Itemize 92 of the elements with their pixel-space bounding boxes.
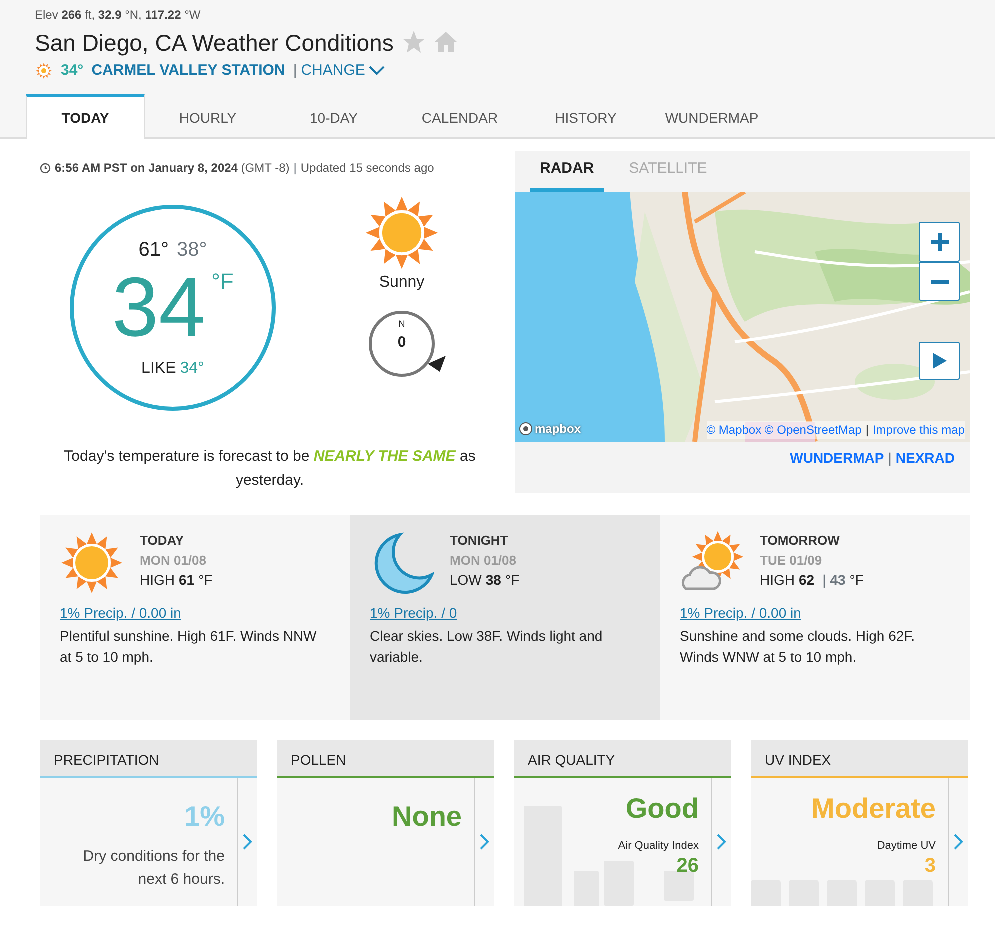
- temperature-unit: °F: [198, 571, 213, 590]
- change-button[interactable]: CHANGE: [301, 60, 386, 82]
- temperature-value: 62: [799, 571, 815, 590]
- nav-tab[interactable]: HISTORY: [523, 94, 649, 140]
- period-title: TONIGHT: [450, 532, 510, 550]
- plus-icon: [930, 232, 950, 252]
- temperature-label: LOW: [450, 571, 482, 590]
- period-title: TOMORROW: [760, 532, 841, 550]
- chevron-down-icon: [369, 66, 386, 76]
- updated-text: Updated 15 seconds ago: [300, 160, 434, 178]
- period-date: MON 01/08: [140, 552, 208, 570]
- nav-tab[interactable]: CALENDAR: [397, 94, 523, 140]
- temperature-unit: °F: [850, 571, 864, 590]
- index-value: 26: [676, 854, 699, 877]
- info-card[interactable]: UV INDEX Moderate Daytime UV 3: [751, 740, 968, 906]
- page-title: San Diego, CA Weather Conditions: [35, 30, 394, 58]
- observation-time: 6:56 AM PST on January 8, 2024 (GMT -8): [55, 160, 290, 178]
- chevron-right-icon: [480, 834, 489, 850]
- forecast-panel[interactable]: TONIGHT MON 01/08 LOW 38 °F 1% Precip. / 0 Clear skies. Low 38F. Winds light and variable.: [350, 515, 660, 720]
- nav-tab[interactable]: HOURLY: [145, 94, 271, 140]
- info-card[interactable]: POLLEN None: [277, 740, 494, 906]
- temperature-label: HIGH: [140, 571, 175, 590]
- index-value: 3: [924, 854, 936, 877]
- temperature-value: 34: [112, 265, 206, 350]
- low-temperature: 43: [830, 571, 846, 590]
- feels-like-value: 34°: [180, 359, 204, 380]
- forecast-panel[interactable]: TOMORROW TUE 01/09 HIGH 62 | 43 °F 1% Precip. / 0.00 in Sunshine and some clouds. High 62F. Winds WNW at 5 to 10 mph.: [660, 515, 970, 720]
- card-value: None: [392, 800, 462, 834]
- play-icon: [932, 353, 946, 370]
- high-temperature: 61°: [138, 238, 169, 264]
- period-date: TUE 01/09: [760, 552, 824, 570]
- clock-icon: [40, 162, 51, 174]
- condition-text: Sunny: [379, 273, 425, 294]
- wind-direction: N: [398, 318, 406, 332]
- info-card[interactable]: AIR QUALITY Good Air Quality Index 26: [514, 740, 731, 906]
- star-icon: [402, 30, 426, 54]
- index-label: Air Quality Index: [618, 839, 699, 854]
- forecast-description: Sunshine and some clouds. High 62F. Winds WNW at 5 to 10 mph.: [680, 627, 916, 668]
- nav-tab[interactable]: TODAY: [26, 94, 145, 140]
- precipitation-link[interactable]: 1% Precip. / 0.00 in: [60, 603, 182, 624]
- period-title: TODAY: [140, 532, 186, 550]
- separator: |: [293, 60, 298, 81]
- sun-icon: [364, 195, 440, 272]
- info-card[interactable]: PRECIPITATION 1% Dry conditions for the next 6 hours.: [40, 740, 257, 906]
- sun-icon: [35, 62, 53, 80]
- chevron-right-icon: [717, 834, 726, 850]
- card-header: POLLEN: [277, 740, 494, 778]
- station-name: CARMEL VALLEY STATION: [92, 60, 286, 81]
- wind-arrow-icon: [428, 356, 446, 372]
- temperature-label: HIGH: [760, 571, 795, 590]
- map-attribution-link[interactable]: © Mapbox © OpenStreetMap: [706, 421, 862, 440]
- nav-tab[interactable]: WUNDERMAP: [649, 94, 775, 140]
- forecast-panel[interactable]: TODAY MON 01/08 HIGH 61 °F 1% Precip. / 0.00 in Plentiful sunshine. High 61F. Winds NNW at 5 to 10 mph.: [40, 515, 350, 720]
- forecast-description: Clear skies. Low 38F. Winds light and variable.: [370, 627, 604, 668]
- index-label: Daytime UV: [877, 839, 936, 854]
- temperature-unit: °F: [505, 571, 520, 590]
- map-link[interactable]: NEXRAD: [896, 448, 955, 470]
- temperature-value: 38: [486, 571, 502, 590]
- separator: |: [888, 449, 892, 468]
- minus-icon: [930, 278, 950, 285]
- card-description: Dry conditions for the next 6 hours.: [82, 847, 225, 890]
- precipitation-link[interactable]: 1% Precip. / 0.00 in: [680, 603, 802, 624]
- temperature-unit: °F: [212, 268, 234, 296]
- card-header: PRECIPITATION: [40, 740, 257, 778]
- forecast-description: Plentiful sunshine. High 61F. Winds NNW at 5 to 10 mph.: [60, 627, 318, 668]
- nav-tab[interactable]: 10-DAY: [271, 94, 397, 140]
- temperature-value: 61: [179, 571, 195, 590]
- card-value: Moderate: [812, 792, 936, 826]
- wind-speed: 0: [398, 332, 406, 353]
- forecast-summary: Today's temperature is forecast to be NEARLY THE SAME as yesterday.: [63, 447, 477, 492]
- home-icon: [434, 30, 458, 54]
- separator: |: [294, 160, 297, 178]
- low-temperature: 38°: [177, 238, 208, 264]
- zoom-in-button[interactable]: [919, 222, 960, 262]
- sun-icon: [60, 531, 124, 596]
- separator: |: [866, 422, 869, 440]
- precipitation-link[interactable]: 1% Precip. / 0: [370, 603, 458, 624]
- period-date: MON 01/08: [450, 552, 518, 570]
- map-link[interactable]: WUNDERMAP: [790, 448, 884, 470]
- improve-map-link[interactable]: Improve this map: [872, 421, 965, 440]
- card-header: AIR QUALITY: [514, 740, 731, 778]
- play-button[interactable]: [919, 342, 960, 380]
- chevron-right-icon: [243, 834, 252, 850]
- card-header: UV INDEX: [751, 740, 968, 778]
- feels-like-label: LIKE: [142, 359, 176, 380]
- zoom-out-button[interactable]: [919, 262, 960, 302]
- card-value: Good: [626, 792, 699, 826]
- chevron-right-icon: [954, 834, 963, 850]
- current-temperature: 34°: [61, 60, 84, 81]
- card-value: 1%: [184, 800, 225, 834]
- elevation-text: Elev 266 ft, 32.9 °N, 117.22 °W: [35, 7, 202, 24]
- separator: |: [822, 571, 826, 590]
